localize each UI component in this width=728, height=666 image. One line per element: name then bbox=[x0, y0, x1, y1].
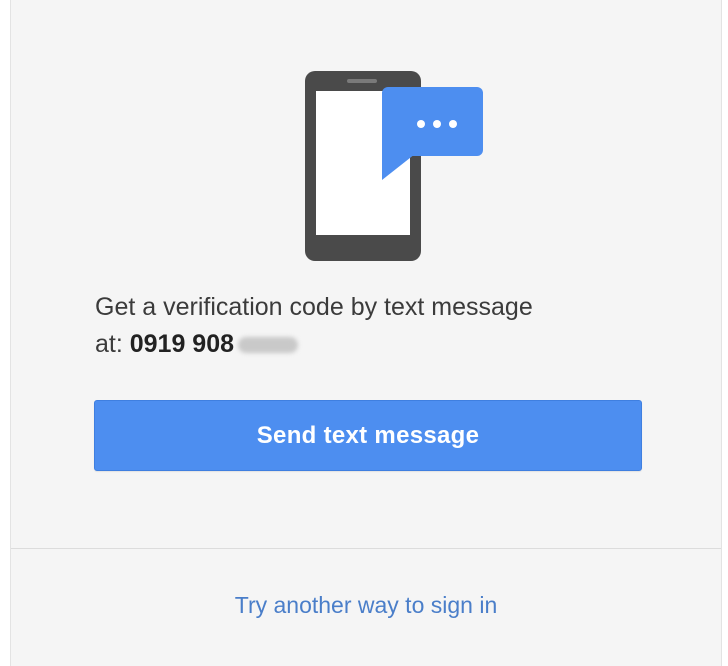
send-text-message-button[interactable]: Send text message bbox=[94, 400, 642, 471]
phone-number: 0919 908 bbox=[129, 330, 235, 358]
chat-dot-3 bbox=[449, 120, 457, 128]
chat-dot-1 bbox=[417, 120, 425, 128]
masked-phone-digits bbox=[238, 337, 299, 353]
phone-speaker bbox=[347, 79, 377, 83]
message-line-1: Get a verification code by text message bbox=[95, 293, 533, 321]
phone-with-chat-bubble-icon bbox=[304, 68, 484, 263]
phone-prefix: at: bbox=[95, 330, 130, 358]
try-another-way-link[interactable]: Try another way to sign in bbox=[11, 592, 721, 619]
section-divider bbox=[11, 548, 721, 549]
phone-illustration-svg bbox=[305, 71, 483, 261]
chat-dot-2 bbox=[433, 120, 441, 128]
verification-card: Get a verification code by text message a… bbox=[10, 0, 722, 666]
verification-message: Get a verification code by text message a… bbox=[95, 289, 655, 363]
